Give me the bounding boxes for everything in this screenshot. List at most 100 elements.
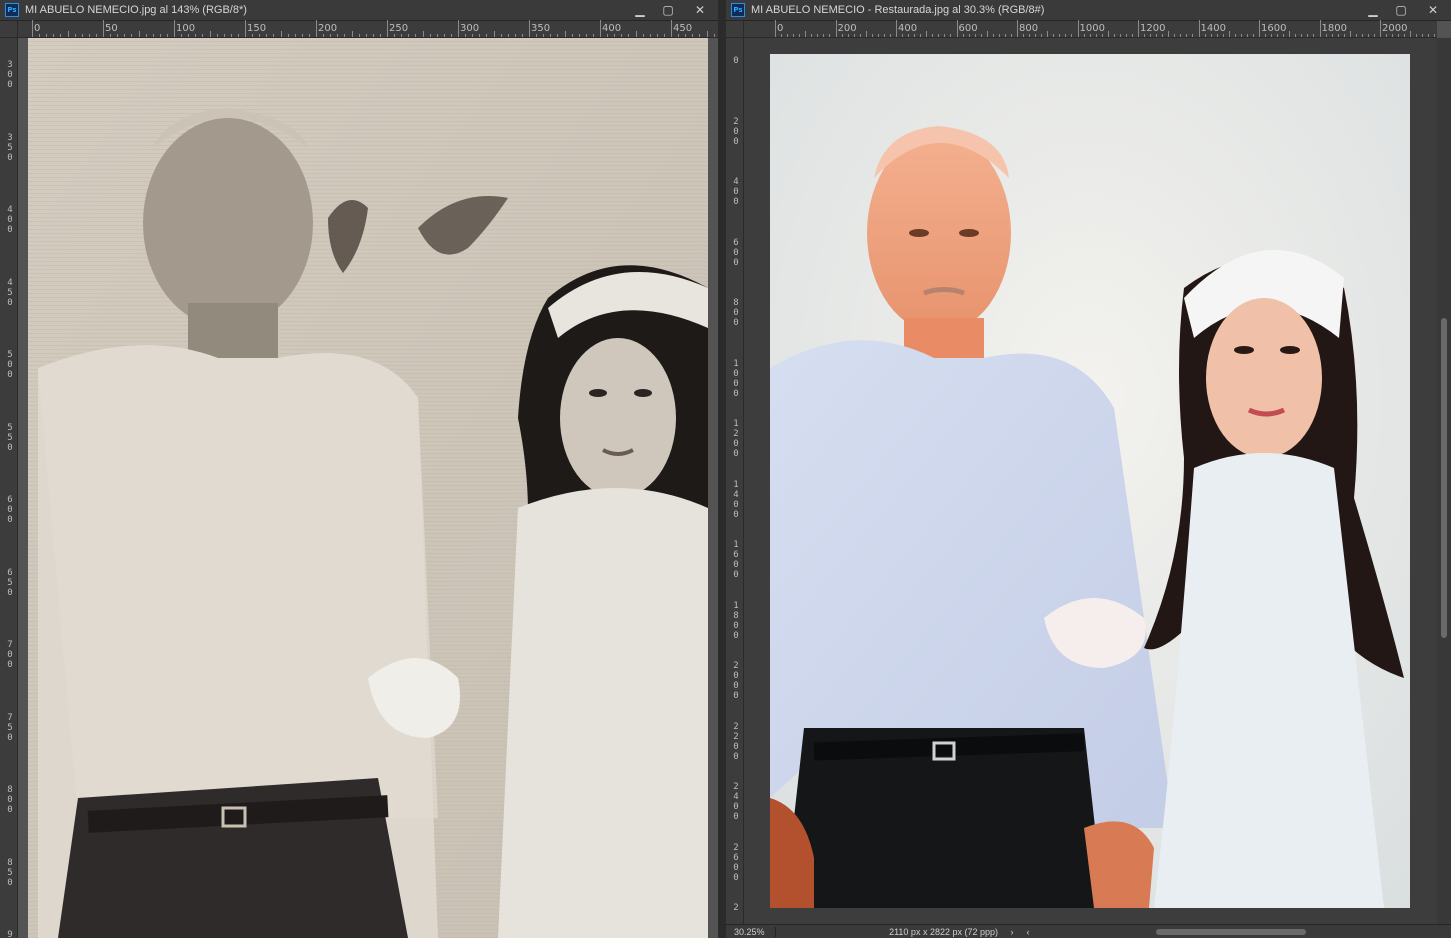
photo-canvas-restored[interactable] bbox=[744, 38, 1437, 924]
ruler-minor-tick bbox=[692, 34, 694, 37]
document-window-original[interactable]: Ps MI ABUELO NEMECIO.jpg al 143% (RGB/8*… bbox=[0, 0, 718, 938]
ruler-minor-tick bbox=[394, 34, 396, 37]
scroll-left-arrow[interactable]: ‹ bbox=[1020, 927, 1036, 937]
ruler-minor-tick bbox=[663, 34, 665, 37]
maximize-button[interactable]: ▢ bbox=[1387, 0, 1415, 21]
ruler-label: 200 bbox=[733, 116, 739, 147]
ruler-minor-tick bbox=[1023, 34, 1025, 37]
ruler-minor-tick bbox=[202, 34, 204, 37]
status-arrow-right[interactable]: › bbox=[1004, 927, 1020, 937]
ruler-minor-tick bbox=[237, 34, 239, 37]
ruler-minor-tick bbox=[266, 34, 268, 37]
document-window-restored[interactable]: Ps MI ABUELO NEMECIO - Restaurada.jpg al… bbox=[726, 0, 1451, 938]
ruler-minor-tick bbox=[230, 34, 232, 37]
ruler-minor-tick bbox=[564, 31, 566, 37]
ruler-minor-tick bbox=[585, 34, 587, 37]
ruler-minor-tick bbox=[493, 31, 495, 37]
ruler-minor-tick bbox=[902, 34, 904, 37]
ruler-minor-tick bbox=[543, 34, 545, 37]
ruler-label: 200 bbox=[318, 23, 338, 34]
ruler-major-tick bbox=[316, 20, 317, 37]
ruler-minor-tick bbox=[1307, 34, 1309, 37]
horizontal-ruler[interactable]: 0 50 100 150 200 250 300 350 400 450 bbox=[18, 20, 718, 38]
ruler-minor-tick bbox=[117, 34, 119, 37]
ruler-minor-tick bbox=[1210, 34, 1212, 37]
ruler-minor-tick bbox=[252, 34, 254, 37]
ruler-minor-tick bbox=[1392, 34, 1394, 37]
close-button[interactable]: ✕ bbox=[1415, 0, 1451, 21]
ruler-minor-tick bbox=[415, 34, 417, 37]
ruler-major-tick bbox=[896, 20, 897, 37]
scrollbar-thumb[interactable] bbox=[1156, 928, 1306, 935]
minimize-button[interactable]: ▁ bbox=[626, 0, 654, 21]
ruler-label: 600 bbox=[733, 237, 739, 268]
document-info[interactable]: 2110 px x 2822 px (72 ppp) bbox=[776, 927, 1004, 937]
zoom-level[interactable]: 30.25% bbox=[726, 926, 776, 937]
ruler-minor-tick bbox=[859, 34, 861, 37]
vertical-ruler[interactable]: 300 350 400 450 500 550 600 650 700 750 800 850 9 bbox=[0, 38, 18, 938]
close-button[interactable]: ✕ bbox=[682, 0, 718, 21]
ruler-minor-tick bbox=[1144, 34, 1146, 37]
ruler-minor-tick bbox=[1355, 34, 1357, 37]
ruler-minor-tick bbox=[1150, 34, 1152, 37]
ruler-label: 800 bbox=[7, 785, 13, 815]
vertical-ruler[interactable]: 0 200 400 600 800 1000 1200 1400 1600 1800 2000 220… bbox=[726, 38, 744, 924]
scrollbar-thumb[interactable] bbox=[1441, 318, 1447, 638]
ruler-minor-tick bbox=[138, 31, 140, 37]
ruler-minor-tick bbox=[829, 34, 831, 37]
ruler-minor-tick bbox=[450, 34, 452, 37]
ruler-corner[interactable] bbox=[726, 21, 744, 38]
ruler-minor-tick bbox=[507, 34, 509, 37]
ruler-minor-tick bbox=[1065, 34, 1067, 37]
ruler-label: 650 bbox=[7, 567, 13, 598]
ruler-major-tick bbox=[32, 20, 33, 37]
ruler-label: 0 bbox=[733, 56, 739, 66]
ruler-minor-tick bbox=[607, 34, 609, 37]
horizontal-ruler[interactable]: 0 200 400 600 800 1000 1200 1400 1600 1800 2000 bbox=[744, 20, 1437, 38]
ruler-minor-tick bbox=[323, 34, 325, 37]
ruler-minor-tick bbox=[938, 34, 940, 37]
photoshop-icon: Ps bbox=[731, 3, 745, 17]
ruler-label: 50 bbox=[105, 23, 118, 34]
ruler-minor-tick bbox=[1095, 34, 1097, 37]
window-titlebar[interactable]: Ps MI ABUELO NEMECIO.jpg al 143% (RGB/8*… bbox=[0, 0, 718, 21]
vertical-scrollbar[interactable] bbox=[1437, 38, 1451, 924]
window-titlebar[interactable]: Ps MI ABUELO NEMECIO - Restaurada.jpg al… bbox=[726, 0, 1451, 21]
ruler-label: 9 bbox=[7, 930, 13, 938]
ruler-minor-tick bbox=[1398, 34, 1400, 37]
ruler-minor-tick bbox=[188, 34, 190, 37]
ruler-minor-tick bbox=[514, 34, 516, 37]
ruler-minor-tick bbox=[1119, 34, 1121, 37]
ruler-major-tick bbox=[1319, 20, 1321, 37]
ruler-label: 450 bbox=[7, 277, 13, 308]
ruler-minor-tick bbox=[998, 34, 1000, 37]
ruler-major-tick bbox=[529, 20, 530, 37]
ruler-minor-tick bbox=[841, 34, 843, 37]
minimize-button[interactable]: ▁ bbox=[1359, 0, 1387, 21]
ruler-minor-tick bbox=[592, 34, 594, 37]
ruler-label: 2000 bbox=[1382, 23, 1408, 34]
ruler-minor-tick bbox=[330, 34, 332, 37]
ruler-minor-tick bbox=[145, 34, 147, 37]
ruler-minor-tick bbox=[811, 34, 813, 37]
ruler-minor-tick bbox=[656, 34, 658, 37]
ruler-corner[interactable] bbox=[0, 21, 18, 38]
horizontal-scrollbar[interactable] bbox=[1036, 925, 1451, 938]
ruler-minor-tick bbox=[159, 34, 161, 37]
ruler-minor-tick bbox=[95, 34, 97, 37]
ruler-minor-tick bbox=[372, 34, 374, 37]
ruler-label: 2 bbox=[733, 903, 739, 913]
ruler-major-tick bbox=[1198, 20, 1200, 37]
photo-canvas-original[interactable] bbox=[18, 38, 718, 938]
ruler-minor-tick bbox=[926, 31, 928, 37]
ruler-minor-tick bbox=[166, 34, 168, 37]
ruler-label: 0 bbox=[777, 23, 784, 34]
ruler-minor-tick bbox=[713, 34, 715, 37]
ruler-minor-tick bbox=[678, 34, 680, 37]
maximize-button[interactable]: ▢ bbox=[654, 0, 682, 21]
ruler-minor-tick bbox=[351, 31, 353, 37]
ruler-minor-tick bbox=[1204, 34, 1206, 37]
ruler-minor-tick bbox=[152, 34, 154, 37]
ruler-minor-tick bbox=[1107, 31, 1109, 37]
ruler-minor-tick bbox=[799, 34, 801, 37]
